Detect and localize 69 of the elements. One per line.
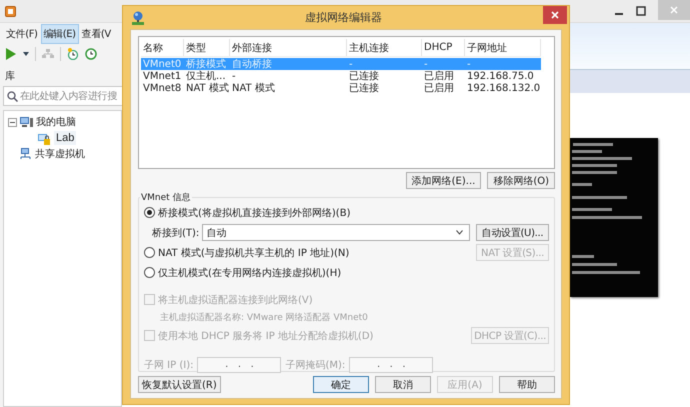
chevron-down-icon bbox=[456, 230, 463, 235]
maximize-icon[interactable] bbox=[636, 6, 646, 16]
dropdown-value: 自动 bbox=[206, 226, 228, 240]
shared-vm-icon bbox=[20, 148, 32, 160]
table-cell-text: 仅主机... bbox=[185, 70, 227, 82]
collapse-icon[interactable] bbox=[8, 118, 17, 126]
group-title: VMnet 信息 bbox=[140, 192, 192, 204]
radio-button[interactable] bbox=[144, 247, 155, 258]
menu-item[interactable]: 查看(V bbox=[78, 24, 114, 44]
button[interactable]: 恢复默认设置(R) bbox=[138, 376, 221, 393]
table-row[interactable]: VMnet8 NAT 模式 NAT 模式 已连接 已启用 192.168.132.0 bbox=[141, 82, 541, 94]
tree-item[interactable]: 共享虚拟机 bbox=[35, 147, 85, 161]
column-header[interactable]: 名称 bbox=[141, 39, 184, 56]
column-header[interactable]: DHCP bbox=[422, 39, 465, 56]
radio-button[interactable] bbox=[144, 267, 155, 278]
button[interactable]: 添加网络(E)... bbox=[406, 172, 482, 189]
table-cell-text: NAT 模式 bbox=[231, 82, 276, 95]
table-cell-text: 192.168.132.0 bbox=[466, 82, 541, 94]
close-icon bbox=[670, 6, 678, 14]
search-icon bbox=[7, 90, 18, 102]
vm-lock-icon bbox=[38, 132, 51, 144]
table-cell-text: VMnet1 bbox=[142, 70, 182, 82]
adapter-name: 主机虚拟适配器名称: VMware 网络适配器 VMnet0 bbox=[159, 312, 369, 324]
table-cell-text: - bbox=[423, 58, 429, 70]
caret-icon[interactable] bbox=[23, 52, 29, 56]
table-cell-text: - bbox=[348, 58, 354, 70]
radio-label[interactable]: NAT 模式(与虚拟机共享主机的 IP 地址)(N) bbox=[158, 246, 350, 260]
field-label: 子网掩码(M): bbox=[285, 359, 346, 372]
library-title: 库 bbox=[4, 70, 16, 83]
table-row[interactable]: VMnet1 仅主机... - 已连接 已启用 192.168.75.0 bbox=[141, 70, 541, 82]
radio-label[interactable]: 仅主机模式(在专用网络内连接虚拟机)(H) bbox=[158, 266, 342, 280]
menu-item[interactable]: 文件(F) bbox=[3, 24, 41, 44]
table-cell-text: 自动桥接 bbox=[231, 58, 273, 71]
radio-button[interactable] bbox=[144, 207, 155, 218]
button[interactable]: 移除网络(O) bbox=[487, 172, 555, 189]
table-cell-text: 192.168.75.0 bbox=[466, 70, 535, 82]
table-cell-text: NAT 模式 bbox=[185, 82, 230, 95]
field-label: 桥接到(T): bbox=[152, 226, 200, 240]
dropdown[interactable]: 自动 bbox=[202, 224, 470, 241]
table-cell-text: VMnet8 bbox=[142, 82, 182, 94]
field-label: 子网 IP (I): bbox=[144, 359, 194, 372]
table-cell-text: 桥接模式 bbox=[185, 58, 227, 70]
column-header[interactable]: 主机连接 bbox=[347, 39, 422, 56]
button[interactable]: 帮助 bbox=[499, 376, 555, 393]
close-icon bbox=[551, 11, 559, 19]
button[interactable]: 自动设置(U)... bbox=[476, 224, 549, 241]
table-cell-text: 已连接 bbox=[348, 70, 380, 82]
tree-item[interactable]: Lab bbox=[54, 131, 76, 145]
table-cell-text: 已启用 bbox=[423, 70, 455, 82]
column-header[interactable]: 外部连接 bbox=[230, 39, 347, 56]
table-cell-text: - bbox=[466, 58, 472, 70]
button[interactable]: 取消 bbox=[375, 376, 431, 393]
table-cell-text: 已启用 bbox=[423, 82, 455, 95]
network-globe-icon bbox=[132, 10, 144, 24]
button[interactable]: 确定 bbox=[313, 376, 369, 393]
clock-star-icon[interactable] bbox=[67, 48, 79, 60]
close-button[interactable] bbox=[543, 6, 567, 24]
table-cell-text: - bbox=[231, 70, 237, 82]
table-cell-text: VMnet0 bbox=[142, 58, 182, 70]
menu-item[interactable]: 编辑(E) bbox=[40, 24, 79, 44]
column-header[interactable]: 子网地址 bbox=[465, 39, 541, 56]
radio-label[interactable]: 桥接模式(将虚拟机直接连接到外部网络)(B) bbox=[158, 206, 350, 220]
play-icon[interactable] bbox=[5, 48, 17, 60]
app-icon bbox=[5, 6, 16, 16]
column-header[interactable]: 类型 bbox=[184, 39, 230, 56]
table-cell-text: 已连接 bbox=[348, 82, 380, 95]
window-title: 虚拟网络编辑器 bbox=[304, 10, 383, 25]
computer-icon bbox=[20, 116, 33, 128]
tree-item[interactable]: 我的电脑 bbox=[36, 115, 76, 129]
